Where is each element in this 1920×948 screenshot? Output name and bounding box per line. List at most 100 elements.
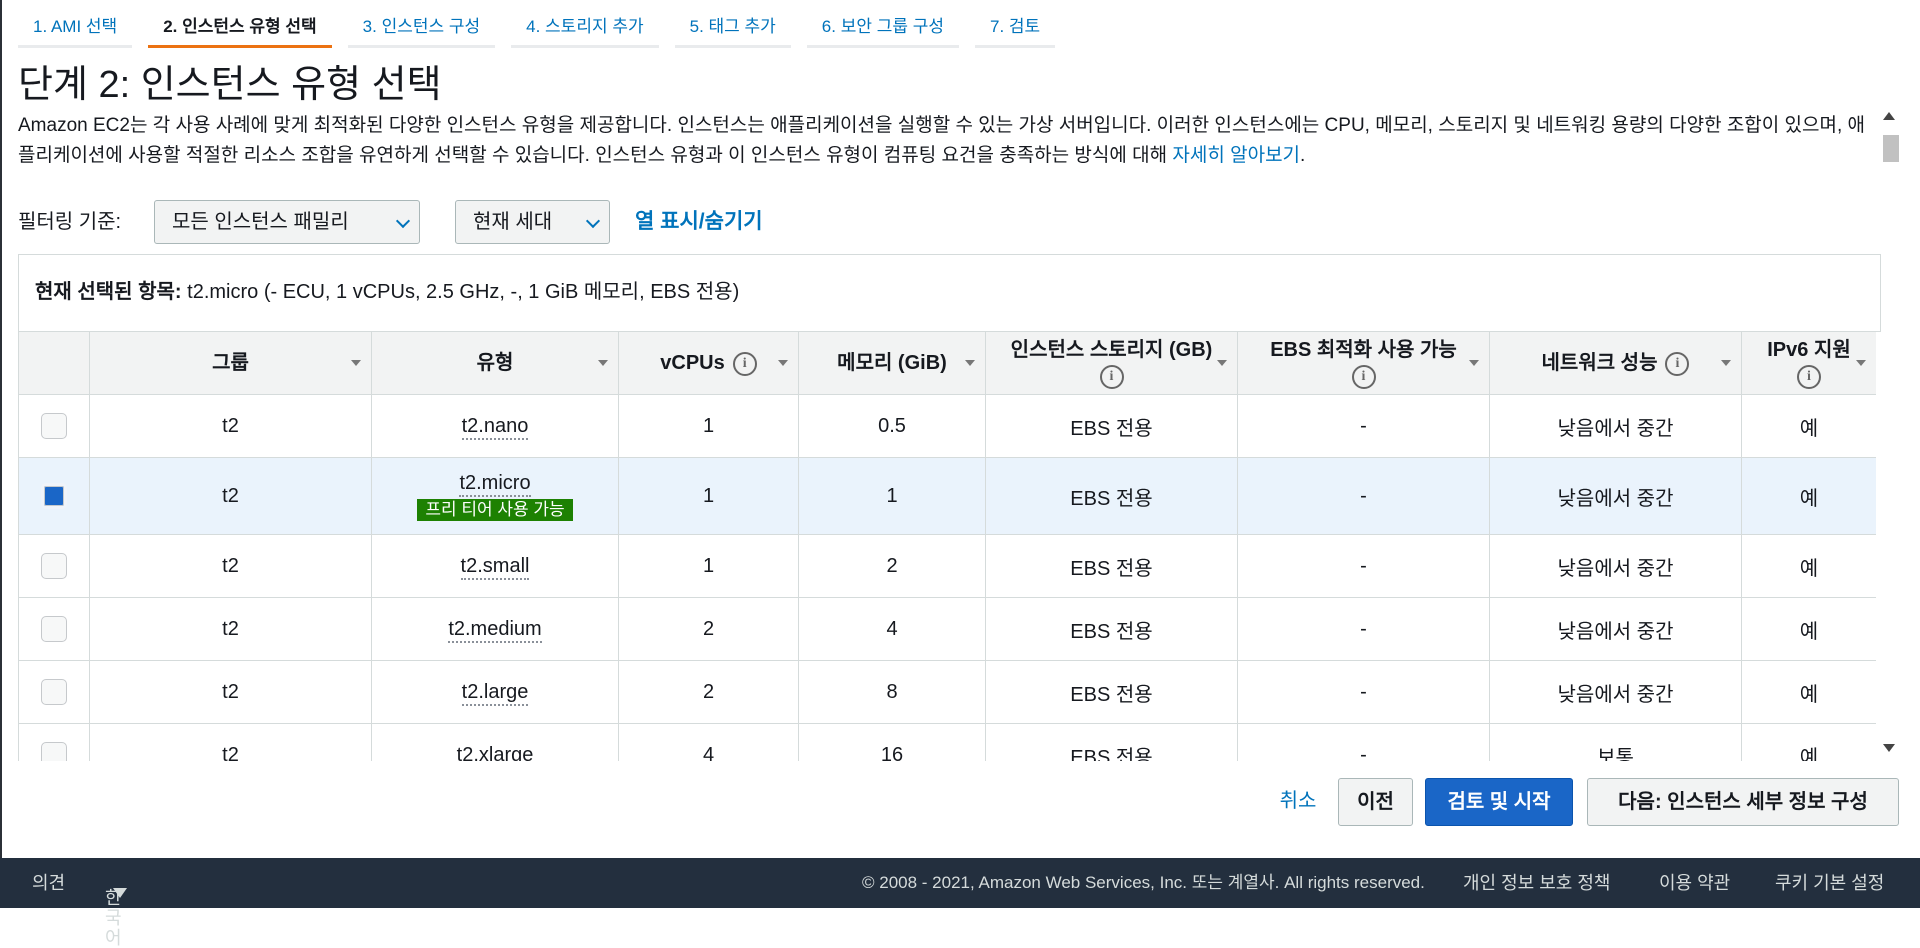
- header-network[interactable]: 네트워크 성능 i: [1489, 331, 1742, 395]
- row-checkbox-cell[interactable]: [18, 394, 90, 458]
- type-text[interactable]: t2.xlarge: [457, 744, 534, 762]
- table-row[interactable]: t2 t2.nano 1 0.5 EBS 전용 - 낮음에서 중간 예: [18, 394, 1876, 458]
- step-security-group[interactable]: 6. 보안 그룹 구성: [806, 0, 960, 48]
- left-edge-bar: [0, 0, 2, 908]
- header-memory[interactable]: 메모리 (GiB): [798, 331, 986, 395]
- cell-memory: 4: [798, 597, 986, 661]
- cell-storage: EBS 전용: [985, 457, 1238, 535]
- header-type[interactable]: 유형: [371, 331, 619, 395]
- row-checkbox-cell[interactable]: [18, 534, 90, 598]
- info-icon[interactable]: i: [1665, 351, 1690, 376]
- filter-label: 필터링 기준:: [18, 211, 122, 233]
- step-review[interactable]: 7. 검토: [974, 0, 1056, 48]
- type-link[interactable]: t2.medium: [448, 617, 542, 643]
- step-instance-type[interactable]: 2. 인스턴스 유형 선택: [148, 0, 333, 48]
- review-and-launch-button[interactable]: 검토 및 시작: [1425, 778, 1573, 826]
- row-checkbox[interactable]: [41, 679, 67, 705]
- cell-network: 낮음에서 중간: [1489, 597, 1742, 661]
- cell-group: t2: [89, 723, 372, 761]
- cell-network: 낮음에서 중간: [1489, 394, 1742, 458]
- row-checkbox[interactable]: [41, 553, 67, 579]
- cell-vcpus: 2: [618, 660, 799, 724]
- row-checkbox-checked[interactable]: [41, 483, 67, 509]
- cell-ipv6: 예: [1741, 660, 1876, 724]
- row-checkbox-cell[interactable]: [18, 457, 90, 535]
- row-checkbox[interactable]: [41, 742, 67, 761]
- row-checkbox-cell[interactable]: [18, 723, 90, 761]
- cell-storage: EBS 전용: [985, 534, 1238, 598]
- footer-feedback-link[interactable]: 의견: [32, 873, 65, 893]
- info-icon[interactable]: i: [1099, 364, 1124, 389]
- cell-ebs: -: [1237, 534, 1490, 598]
- instance-family-select[interactable]: 모든 인스턴스 패밀리: [154, 200, 420, 244]
- cell-type: t2.small: [371, 534, 619, 598]
- sort-caret-icon: [1856, 360, 1866, 366]
- cell-ebs: -: [1237, 723, 1490, 761]
- cell-vcpus: 4: [618, 723, 799, 761]
- learn-more-link[interactable]: 자세히 알아보기: [1172, 145, 1300, 166]
- generation-value: 현재 세대: [473, 211, 553, 233]
- table-row[interactable]: t2 t2.large 2 8 EBS 전용 - 낮음에서 중간 예: [18, 660, 1876, 724]
- cell-network: 낮음에서 중간: [1489, 660, 1742, 724]
- cell-ipv6: 예: [1741, 457, 1876, 535]
- sort-caret-icon: [598, 360, 608, 366]
- scroll-down-arrow-icon[interactable]: [1883, 744, 1895, 752]
- cell-memory: 0.5: [798, 394, 986, 458]
- footer-cookie-link[interactable]: 쿠키 기본 설정: [1775, 873, 1884, 893]
- cell-group: t2: [89, 534, 372, 598]
- next-configure-instance-button[interactable]: 다음: 인스턴스 세부 정보 구성: [1587, 778, 1899, 826]
- table-row[interactable]: t2 t2.xlarge 4 16 EBS 전용 - 보통 예: [18, 723, 1876, 762]
- header-ipv6[interactable]: IPv6 지원 i: [1741, 331, 1876, 395]
- cell-group: t2: [89, 394, 372, 458]
- instance-family-value: 모든 인스턴스 패밀리: [172, 211, 349, 233]
- sort-caret-icon: [351, 360, 361, 366]
- footer-privacy-link[interactable]: 개인 정보 보호 정책: [1463, 873, 1610, 893]
- info-icon[interactable]: i: [1351, 364, 1376, 389]
- sort-caret-icon: [778, 360, 788, 366]
- step-add-storage[interactable]: 4. 스토리지 추가: [511, 0, 660, 48]
- cell-vcpus: 1: [618, 394, 799, 458]
- cancel-button[interactable]: 취소: [1268, 778, 1328, 826]
- cell-ipv6: 예: [1741, 723, 1876, 761]
- cell-group: t2: [89, 660, 372, 724]
- type-link[interactable]: t2.micro: [459, 471, 531, 497]
- cell-type: t2.micro 프리 티어 사용 가능: [371, 457, 619, 535]
- cell-vcpus: 2: [618, 597, 799, 661]
- header-group[interactable]: 그룹: [89, 331, 372, 395]
- table-row-selected[interactable]: t2 t2.micro 프리 티어 사용 가능 1 1 EBS 전용 - 낮음에서…: [18, 457, 1876, 535]
- cell-type: t2.medium: [371, 597, 619, 661]
- footer-terms-link[interactable]: 이용 약관: [1659, 873, 1730, 893]
- info-icon[interactable]: i: [1797, 364, 1821, 389]
- current-selection-label: 현재 선택된 항목:: [35, 281, 182, 303]
- instance-type-table-wrapper: 그룹 유형 vCPUs i 메모리 (GiB) 인스턴스 스토리지 (GB) i E…: [18, 331, 1876, 761]
- scroll-thumb[interactable]: [1883, 135, 1899, 162]
- header-vcpus[interactable]: vCPUs i: [618, 331, 799, 395]
- type-link[interactable]: t2.large: [461, 680, 529, 706]
- vertical-scrollbar[interactable]: [1882, 110, 1900, 760]
- row-checkbox[interactable]: [41, 413, 67, 439]
- step-ami[interactable]: 1. AMI 선택: [18, 0, 133, 48]
- header-ebs-optimized[interactable]: EBS 최적화 사용 가능 i: [1237, 331, 1490, 395]
- cell-memory: 2: [798, 534, 986, 598]
- cell-ebs: -: [1237, 457, 1490, 535]
- type-link[interactable]: t2.nano: [461, 414, 529, 440]
- generation-select[interactable]: 현재 세대: [455, 200, 610, 244]
- show-hide-columns-link[interactable]: 열 표시/숨기기: [635, 210, 763, 234]
- header-instance-storage[interactable]: 인스턴스 스토리지 (GB) i: [985, 331, 1238, 395]
- table-row[interactable]: t2 t2.small 1 2 EBS 전용 - 낮음에서 중간 예: [18, 534, 1876, 598]
- type-link[interactable]: t2.small: [460, 554, 530, 580]
- table-header-row: 그룹 유형 vCPUs i 메모리 (GiB) 인스턴스 스토리지 (GB) i E…: [18, 331, 1876, 395]
- step-add-tags[interactable]: 5. 태그 추가: [674, 0, 791, 48]
- info-icon[interactable]: i: [732, 351, 757, 376]
- step-configure-instance[interactable]: 3. 인스턴스 구성: [347, 0, 496, 48]
- cell-group: t2: [89, 457, 372, 535]
- wizard-steps: 1. AMI 선택 2. 인스턴스 유형 선택 3. 인스턴스 구성 4. 스토…: [18, 0, 1056, 50]
- previous-button[interactable]: 이전: [1338, 778, 1413, 826]
- row-checkbox-cell[interactable]: [18, 660, 90, 724]
- row-checkbox-cell[interactable]: [18, 597, 90, 661]
- scroll-up-arrow-icon[interactable]: [1883, 112, 1895, 120]
- cell-type: t2.nano: [371, 394, 619, 458]
- row-checkbox[interactable]: [41, 616, 67, 642]
- table-row[interactable]: t2 t2.medium 2 4 EBS 전용 - 낮음에서 중간 예: [18, 597, 1876, 661]
- footer: 의견 한국어 © 2008 - 2021, Amazon Web Service…: [0, 858, 1920, 948]
